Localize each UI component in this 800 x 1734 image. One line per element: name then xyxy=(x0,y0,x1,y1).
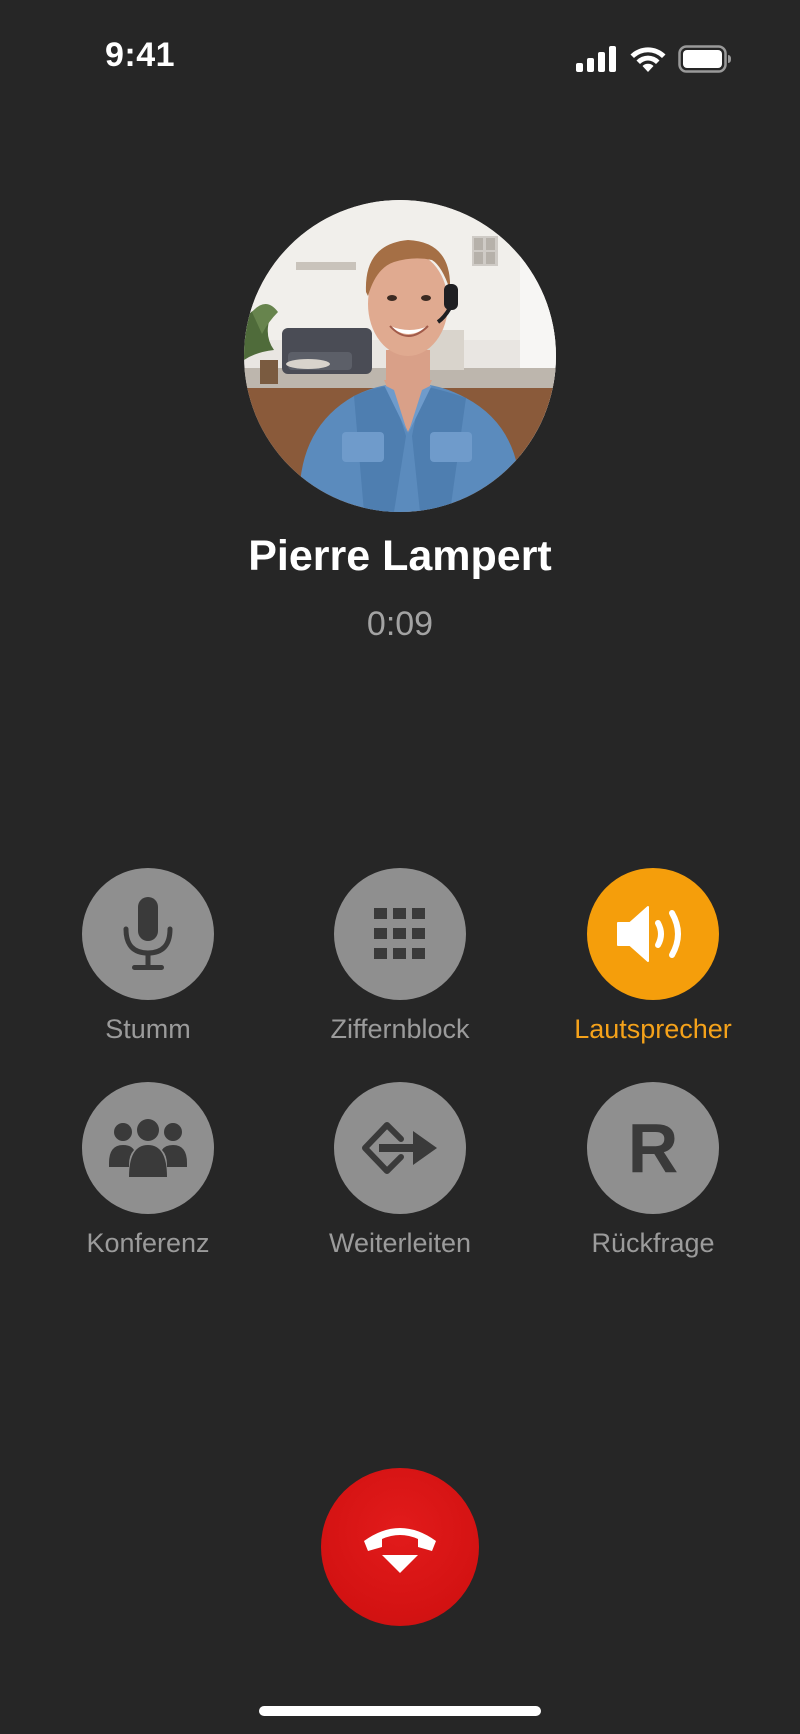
mute-button[interactable] xyxy=(82,868,214,1000)
consult-control[interactable]: R Rückfrage xyxy=(543,1082,763,1259)
keypad-button[interactable] xyxy=(334,868,466,1000)
conference-label: Konferenz xyxy=(86,1228,210,1258)
mute-label: Stumm xyxy=(105,1014,191,1044)
status-bar: 9:41 xyxy=(0,0,800,120)
speaker-control[interactable]: Lautsprecher xyxy=(543,868,763,1045)
forward-button[interactable] xyxy=(334,1082,466,1214)
microphone-icon xyxy=(123,897,173,970)
speaker-icon xyxy=(617,906,681,962)
forward-label: Weiterleiten xyxy=(328,1228,472,1258)
battery-icon xyxy=(678,45,731,73)
caller-photo xyxy=(244,200,556,512)
conference-button[interactable] xyxy=(82,1082,214,1214)
end-call-button[interactable] xyxy=(321,1468,479,1626)
speaker-button[interactable] xyxy=(587,868,719,1000)
forward-control[interactable]: Weiterleiten xyxy=(290,1082,510,1259)
keypad-icon xyxy=(374,908,425,959)
cellular-signal-icon xyxy=(576,46,616,72)
wifi-icon xyxy=(630,47,666,72)
speaker-label: Lautsprecher xyxy=(574,1014,732,1044)
caller-avatar xyxy=(244,200,556,512)
hang-up-icon xyxy=(364,1528,436,1573)
call-duration: 0:09 xyxy=(366,605,434,643)
keypad-label: Ziffernblock xyxy=(330,1014,470,1044)
home-indicator[interactable] xyxy=(259,1706,541,1716)
consult-label: Rückfrage xyxy=(591,1228,715,1258)
keypad-control[interactable]: Ziffernblock xyxy=(290,868,510,1045)
conference-control[interactable]: Konferenz xyxy=(38,1082,258,1259)
status-time: 9:41 xyxy=(105,36,176,74)
conference-icon xyxy=(109,1119,187,1177)
mute-control[interactable]: Stumm xyxy=(38,868,258,1045)
status-icons xyxy=(576,44,732,74)
caller-name: Pierre Lampert xyxy=(248,532,552,580)
forward-icon xyxy=(362,1122,437,1174)
consult-button[interactable]: R xyxy=(587,1082,719,1214)
consult-icon: R xyxy=(627,1109,679,1187)
